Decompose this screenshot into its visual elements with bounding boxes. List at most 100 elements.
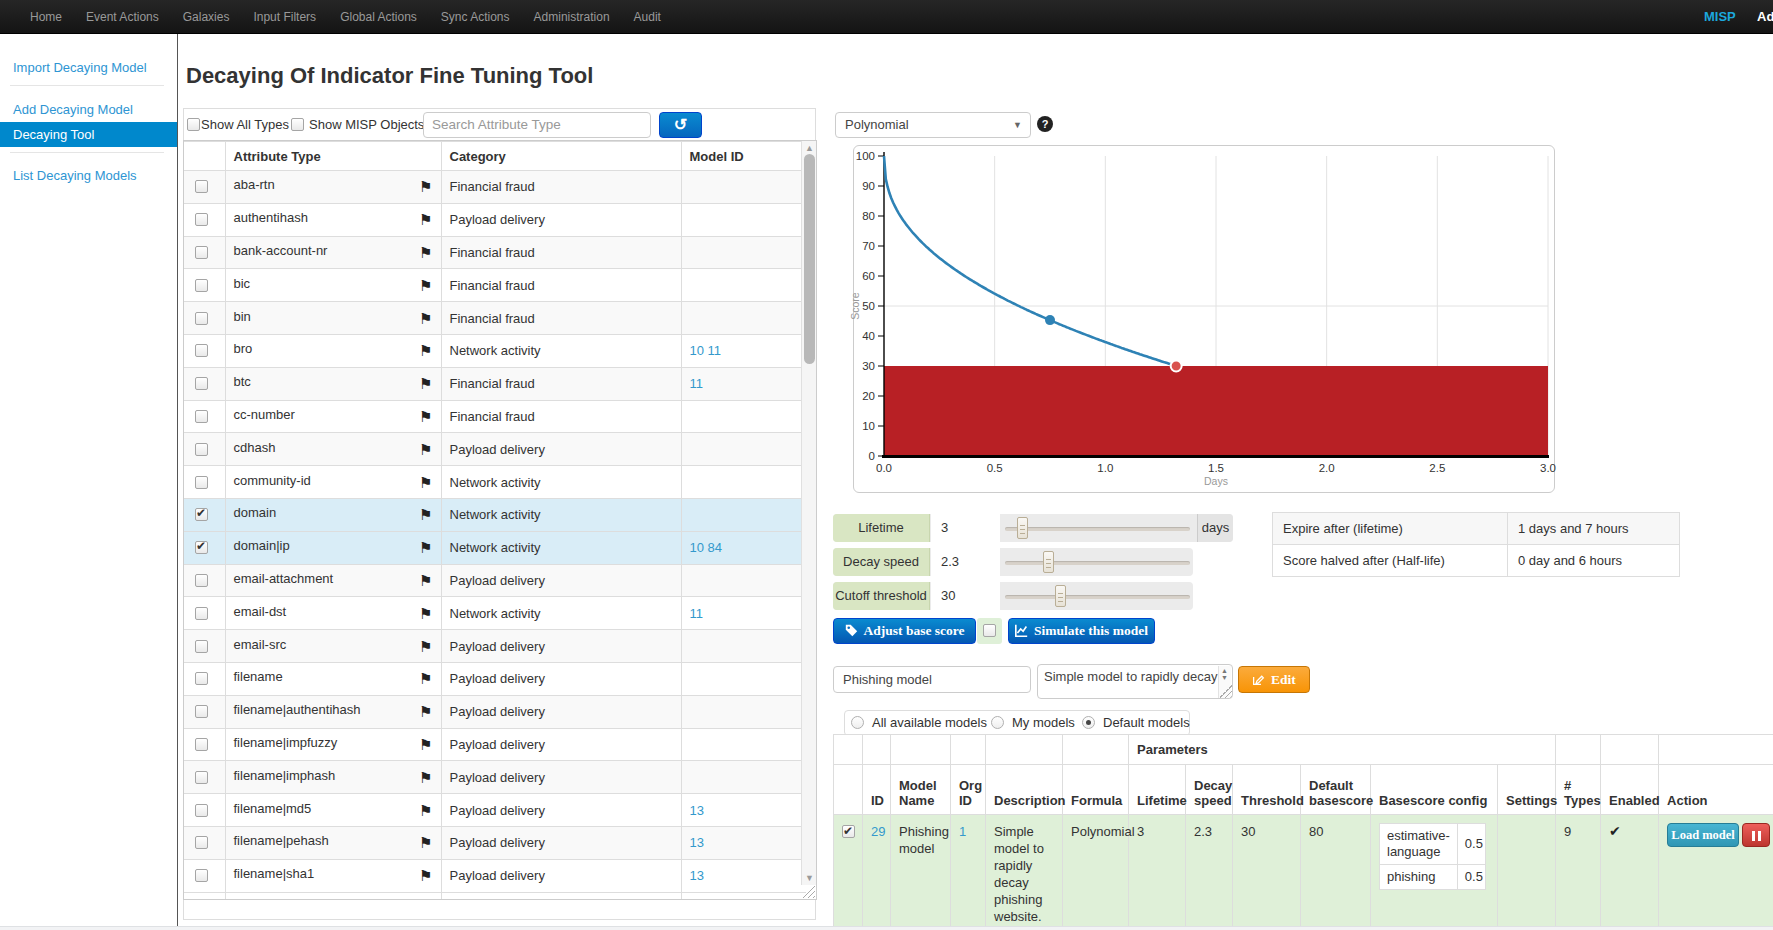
row-checkbox[interactable]	[195, 672, 208, 685]
nav-item-global-actions[interactable]: Global Actions	[328, 0, 429, 34]
row-checkbox[interactable]	[195, 738, 208, 751]
row-checkbox[interactable]	[195, 869, 208, 882]
flag-icon[interactable]: ⚑	[419, 638, 432, 656]
nav-item-event-actions[interactable]: Event Actions	[74, 0, 171, 34]
load-model-button[interactable]: Load model	[1667, 823, 1739, 847]
scrollbar-down-arrow[interactable]: ▼	[802, 871, 817, 885]
row-checkbox[interactable]	[195, 312, 208, 325]
search-attribute-input[interactable]: Search Attribute Type	[423, 112, 651, 138]
nav-item-galaxies[interactable]: Galaxies	[171, 0, 242, 34]
show-all-types-checkbox[interactable]	[187, 118, 200, 131]
model-id-link[interactable]: 13	[690, 868, 704, 883]
nav-item-sync-actions[interactable]: Sync Actions	[429, 0, 522, 34]
row-checkbox[interactable]	[195, 410, 208, 423]
model-id-link[interactable]: 84	[708, 540, 722, 555]
row-checkbox[interactable]	[195, 771, 208, 784]
slider-thumb[interactable]	[1055, 585, 1066, 607]
misp-brand-link[interactable]: MISP	[1704, 0, 1736, 34]
model-name-input[interactable]: Phishing model	[833, 666, 1031, 693]
flag-icon[interactable]: ⚑	[419, 802, 432, 820]
radio-my-models[interactable]: My models	[991, 715, 1075, 730]
row-checkbox[interactable]	[195, 246, 208, 259]
row-checkbox[interactable]	[195, 279, 208, 292]
scrollbar-up-arrow[interactable]: ▲	[802, 141, 817, 155]
scrollbar-thumb[interactable]	[804, 154, 815, 364]
flag-icon[interactable]: ⚑	[419, 736, 432, 754]
attribute-table-scroll[interactable]: Attribute TypeCategoryModel ID⚑aba-rtnFi…	[183, 140, 817, 900]
model-id-link[interactable]: 11	[708, 343, 722, 358]
row-checkbox[interactable]	[195, 180, 208, 193]
row-checkbox[interactable]	[195, 804, 208, 817]
model-id-link[interactable]: 10	[690, 540, 704, 555]
flag-icon[interactable]: ⚑	[419, 375, 432, 393]
pause-model-button[interactable]	[1742, 823, 1770, 847]
sidebar-item-decaying-tool[interactable]: Decaying Tool	[0, 122, 177, 147]
nav-item-administration[interactable]: Administration	[522, 0, 622, 34]
flag-icon[interactable]: ⚑	[419, 211, 432, 229]
flag-icon[interactable]: ⚑	[419, 310, 432, 328]
formula-select[interactable]: Polynomial ▼	[835, 112, 1031, 138]
row-checkbox[interactable]	[195, 705, 208, 718]
radio-circle[interactable]	[991, 716, 1004, 729]
nav-right-partial[interactable]: Adm	[1757, 0, 1773, 34]
model-id-link[interactable]: 11	[690, 606, 704, 621]
row-checkbox[interactable]	[195, 541, 208, 554]
slider-thumb[interactable]	[1043, 551, 1054, 573]
nav-item-audit[interactable]: Audit	[622, 0, 673, 34]
flag-icon[interactable]: ⚑	[419, 244, 432, 262]
row-checkbox[interactable]	[195, 213, 208, 226]
slider-thumb[interactable]	[1017, 517, 1028, 539]
flag-icon[interactable]: ⚑	[419, 834, 432, 852]
flag-icon[interactable]: ⚑	[419, 539, 432, 557]
row-checkbox[interactable]	[195, 607, 208, 620]
radio-circle[interactable]	[1082, 716, 1095, 729]
sidebar-item-list-decaying-models[interactable]: List Decaying Models	[0, 163, 177, 188]
row-checkbox[interactable]	[195, 640, 208, 653]
model-id-link[interactable]: 13	[690, 803, 704, 818]
slider-value-input[interactable]: 30	[931, 582, 1000, 610]
refresh-button[interactable]: ↺	[659, 112, 702, 138]
adjust-base-score-button[interactable]: Adjust base score	[833, 618, 976, 644]
sidebar-item-import-decaying-model[interactable]: Import Decaying Model	[0, 55, 177, 80]
simulate-model-button[interactable]: Simulate this model	[1008, 618, 1155, 644]
model-row-checkbox[interactable]	[842, 825, 855, 838]
flag-icon[interactable]: ⚑	[419, 474, 432, 492]
row-checkbox[interactable]	[195, 344, 208, 357]
flag-icon[interactable]: ⚑	[419, 506, 432, 524]
slider-track[interactable]	[1005, 527, 1190, 531]
model-id-link[interactable]: 10	[690, 343, 704, 358]
help-icon[interactable]: ?	[1037, 116, 1053, 132]
flag-icon[interactable]: ⚑	[419, 408, 432, 426]
decay-chart[interactable]: 01020304050607080901000.00.51.01.52.02.5…	[854, 146, 1554, 492]
flag-icon[interactable]: ⚑	[419, 703, 432, 721]
row-checkbox[interactable]	[195, 836, 208, 849]
slider-track[interactable]	[1005, 561, 1190, 565]
resize-grip[interactable]	[802, 885, 815, 898]
radio-default-models[interactable]: Default models	[1082, 715, 1190, 730]
nav-item-home[interactable]: Home	[18, 0, 74, 34]
row-checkbox[interactable]	[195, 508, 208, 521]
textarea-resize-grip[interactable]	[1219, 685, 1232, 698]
nav-item-input-filters[interactable]: Input Filters	[241, 0, 328, 34]
slider-track[interactable]	[1005, 595, 1190, 599]
attribute-table-scrollbar[interactable]: ▲ ▼	[801, 141, 816, 885]
flag-icon[interactable]: ⚑	[419, 441, 432, 459]
adjust-base-score-checkbox[interactable]	[983, 624, 996, 637]
flag-icon[interactable]: ⚑	[419, 342, 432, 360]
flag-icon[interactable]: ⚑	[419, 670, 432, 688]
slider-value-input[interactable]: 3	[931, 514, 1000, 542]
flag-icon[interactable]: ⚑	[419, 605, 432, 623]
radio-circle[interactable]	[851, 716, 864, 729]
slider-value-input[interactable]: 2.3	[931, 548, 1000, 576]
sidebar-item-add-decaying-model[interactable]: Add Decaying Model	[0, 97, 177, 122]
row-checkbox[interactable]	[195, 574, 208, 587]
flag-icon[interactable]: ⚑	[419, 769, 432, 787]
flag-icon[interactable]: ⚑	[419, 572, 432, 590]
show-misp-objects-checkbox[interactable]	[291, 118, 304, 131]
edit-model-button[interactable]: Edit	[1238, 666, 1310, 693]
row-checkbox[interactable]	[195, 377, 208, 390]
model-id-link[interactable]: 29	[871, 824, 885, 839]
radio-all-available-models[interactable]: All available models	[851, 715, 987, 730]
org-id-link[interactable]: 1	[959, 824, 966, 839]
flag-icon[interactable]: ⚑	[419, 277, 432, 295]
